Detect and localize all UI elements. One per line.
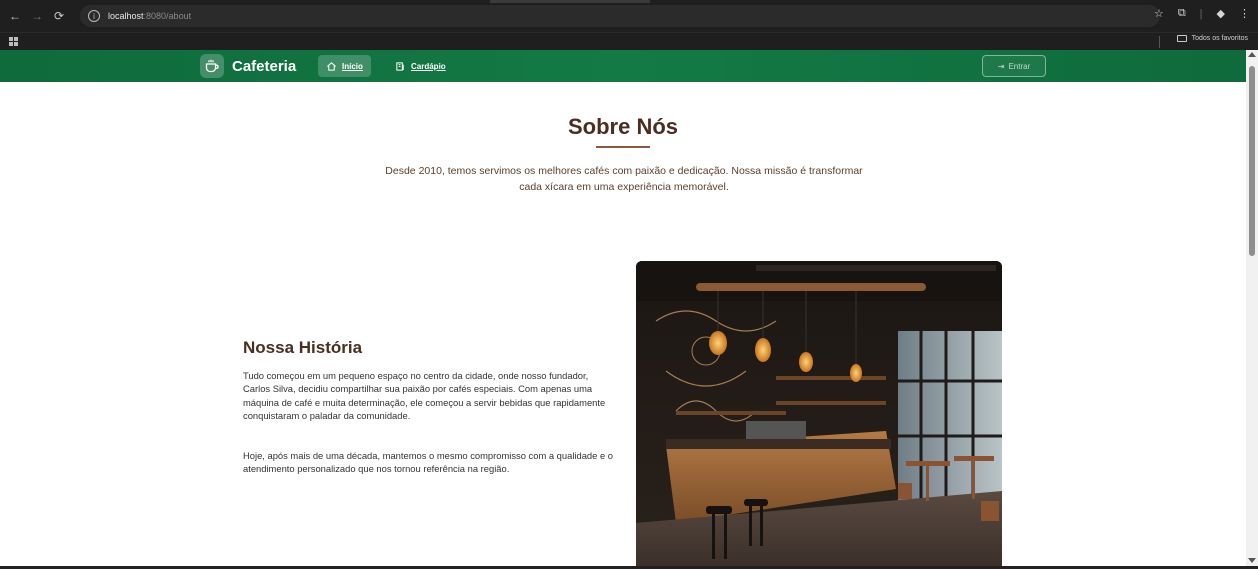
extensions-icon[interactable]: ⧉ [1178, 7, 1186, 20]
folder-icon [1176, 35, 1187, 42]
brand[interactable]: Cafeteria [200, 54, 296, 78]
nav-link-inicio[interactable]: Início [318, 55, 371, 77]
history-paragraph: Tudo começou em um pequeno espaço no cen… [243, 370, 606, 421]
bookmarks-divider [1159, 36, 1160, 48]
address-bar[interactable]: i localhost:8080/about [80, 5, 1160, 27]
url-path: :8080/about [143, 11, 192, 21]
login-button-label: Entrar [1008, 61, 1031, 71]
page-title: Sobre Nós [567, 114, 679, 139]
coffee-cup-icon [200, 54, 224, 78]
bookmarks-bar: Todos os favoritos [0, 32, 1258, 50]
about-intro: Desde 2010, temos servimos os melhores c… [385, 165, 863, 193]
site-navbar: Cafeteria Início Cardápio ⇥ Entrar [0, 50, 1246, 82]
menu-book-icon [396, 61, 404, 71]
nav-link-cardapio-label: Cardápio [411, 61, 446, 71]
home-icon [327, 61, 336, 71]
nav-link-inicio-label: Início [342, 61, 363, 71]
browser-toolbar: ← → ⟳ i localhost:8080/about ☆ ⧉ | ◆ ⋮ [0, 0, 1258, 32]
nav-link-cardapio[interactable]: Cardápio [387, 55, 454, 77]
history-title: Nossa História [243, 338, 363, 357]
tab-strip [490, 0, 650, 3]
toolbar-divider: | [1199, 7, 1203, 20]
back-icon[interactable]: ← [6, 7, 24, 25]
url-host: localhost [108, 11, 144, 21]
history-paragraph: Hoje, após mais de uma década, mantemos … [243, 450, 613, 475]
login-button[interactable]: ⇥ Entrar [982, 55, 1046, 77]
bookmarks-folder-label: Todos os favoritos [1191, 35, 1248, 42]
scroll-thumb[interactable] [1249, 66, 1255, 256]
title-underline [596, 146, 650, 148]
scroll-up-arrow-icon[interactable] [1248, 52, 1256, 57]
brand-name: Cafeteria [232, 57, 297, 75]
browser-actions: ☆ ⧉ | ◆ ⋮ [1154, 7, 1250, 20]
page-scrollbar[interactable] [1246, 50, 1258, 566]
login-icon: ⇥ [997, 61, 1005, 71]
scroll-down-arrow-icon[interactable] [1248, 558, 1256, 563]
menu-icon[interactable]: ⋮ [1239, 7, 1250, 20]
cafe-interior-image [636, 261, 1002, 566]
media-icon[interactable]: ◆ [1217, 7, 1225, 20]
apps-icon[interactable] [9, 37, 18, 46]
reload-icon[interactable]: ⟳ [50, 7, 68, 25]
forward-icon[interactable]: → [28, 7, 46, 25]
site-info-icon[interactable]: i [88, 10, 100, 22]
star-icon[interactable]: ☆ [1154, 7, 1164, 20]
bookmarks-folder[interactable]: Todos os favoritos [1176, 35, 1248, 42]
